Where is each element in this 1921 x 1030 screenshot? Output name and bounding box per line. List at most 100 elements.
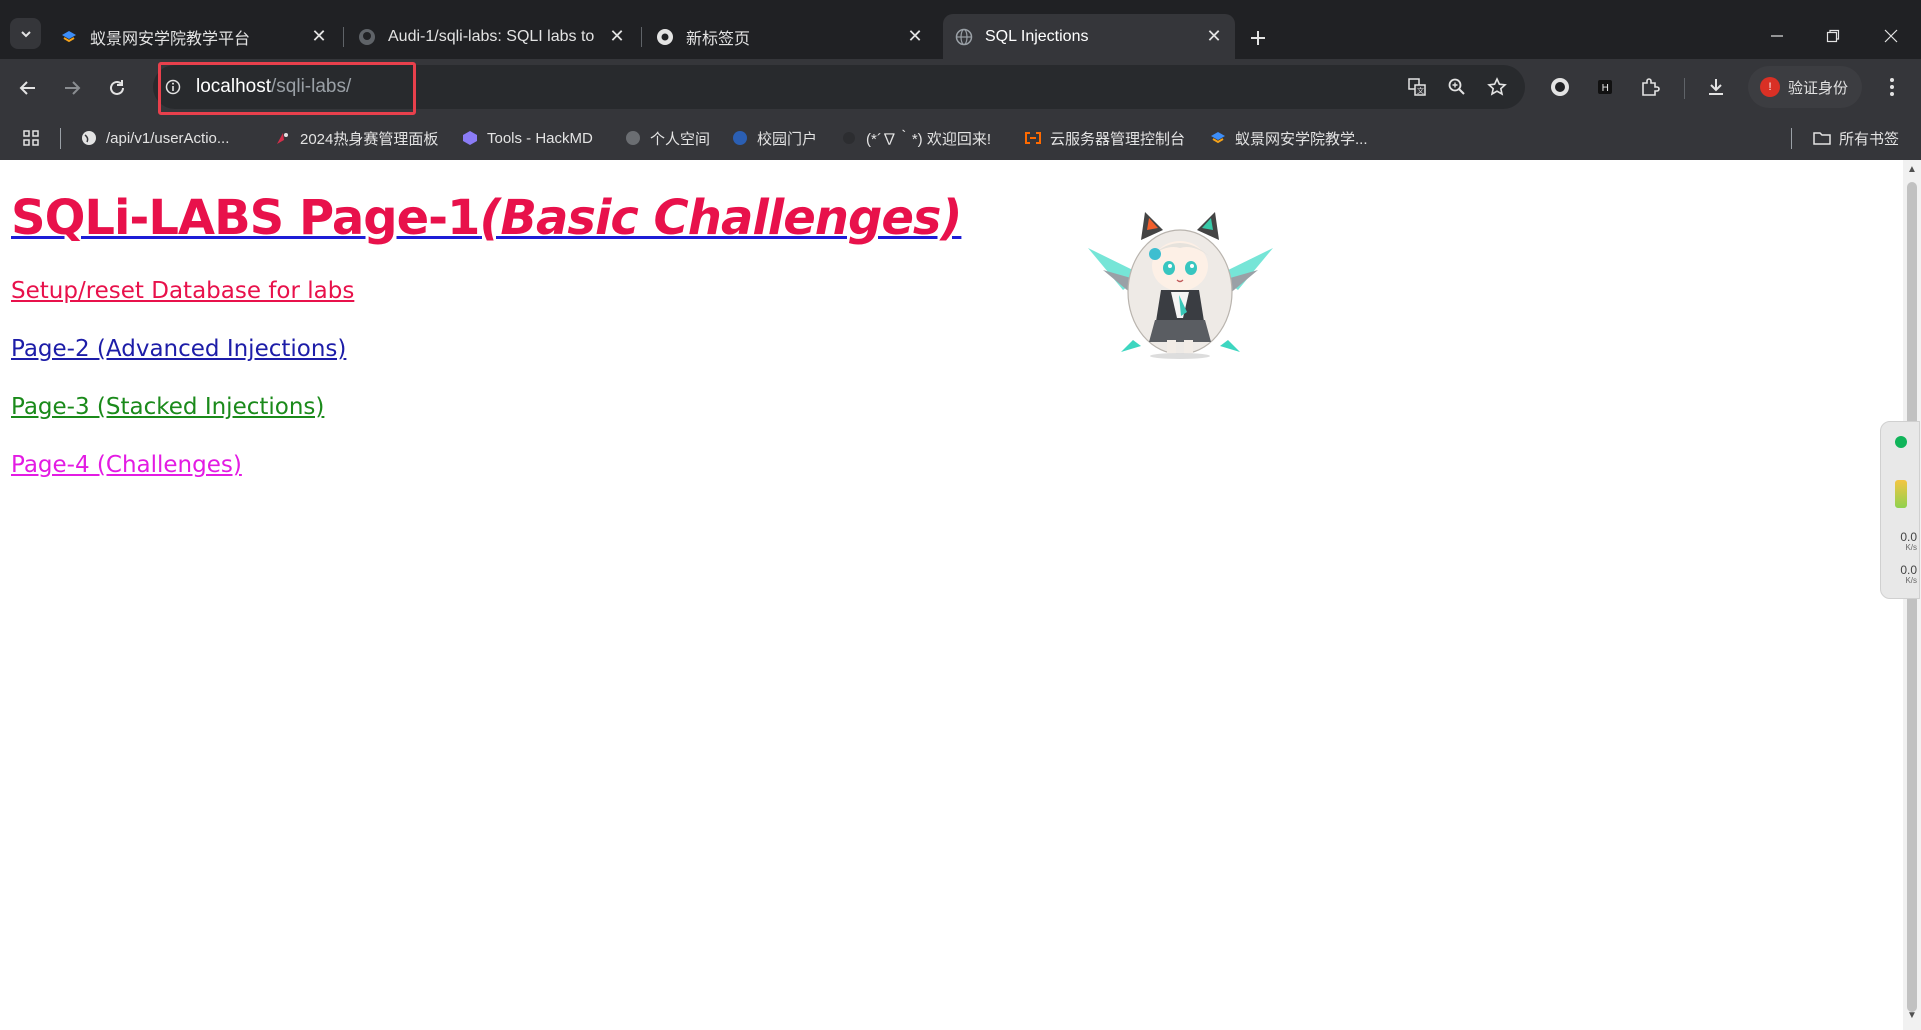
close-window-button[interactable]	[1871, 21, 1911, 51]
zoom-icon[interactable]	[1442, 72, 1472, 102]
tab-divider	[343, 27, 344, 47]
upload-speed: 0.0	[1900, 530, 1917, 544]
tab-title: Audi-1/sqli-labs: SQLI labs to	[388, 27, 595, 45]
bookmarks-divider	[1791, 128, 1792, 149]
page-title[interactable]: SQLi-LABS Page-1(Basic Challenges)	[11, 190, 962, 246]
scroll-down-icon[interactable]: ▼	[1907, 1010, 1917, 1021]
close-icon	[1884, 29, 1898, 43]
minimize-button[interactable]	[1757, 21, 1797, 51]
download-icon[interactable]	[1701, 72, 1731, 102]
reload-icon	[110, 80, 124, 95]
close-tab-icon[interactable]: ✕	[906, 26, 924, 47]
bookmark-label: (*´∇｀*) 欢迎回来!	[866, 130, 991, 148]
chevron-down-icon	[20, 30, 31, 37]
page-4-link[interactable]: Page-4 (Challenges)	[11, 452, 242, 478]
tab-title: 新标签页	[686, 30, 751, 48]
svg-text:文: 文	[1417, 86, 1424, 95]
tab-divider	[641, 27, 642, 47]
arrow-left-icon	[19, 81, 35, 95]
setup-reset-db-link[interactable]: Setup/reset Database for labs	[11, 278, 354, 304]
page-3-link[interactable]: Page-3 (Stacked Injections)	[11, 394, 324, 420]
bookmark-item[interactable]: 2024热身赛管理面板	[274, 127, 438, 149]
bookmark-label: /api/v1/userActio...	[106, 129, 230, 147]
tab-title: SQL Injections	[985, 27, 1089, 45]
extension-circle-icon[interactable]	[1545, 72, 1575, 102]
bookmarks-bar: /api/v1/userActio... 2024热身赛管理面板 Tools -…	[0, 117, 1921, 160]
memory-bar	[1895, 480, 1907, 508]
ctf-icon	[274, 129, 292, 147]
apps-button[interactable]	[22, 127, 40, 149]
close-tab-icon[interactable]: ✕	[608, 26, 626, 47]
arrow-right-icon	[65, 81, 81, 95]
url-highlight-box	[158, 62, 416, 115]
restore-icon	[1826, 29, 1840, 43]
globe-icon	[80, 129, 98, 147]
bookmark-item[interactable]: (*´∇｀*) 欢迎回来!	[840, 127, 991, 149]
bookmark-label: 蚁景网安学院教学...	[1235, 130, 1368, 148]
apps-grid-icon	[23, 130, 39, 146]
hackmd-icon	[461, 129, 479, 147]
tab-github[interactable]: Audi-1/sqli-labs: SQLI labs to ✕	[346, 14, 638, 59]
bookmark-star-icon[interactable]	[1482, 72, 1512, 102]
download-speed: 0.0	[1900, 563, 1917, 577]
campus-icon	[731, 129, 749, 147]
bookmark-item[interactable]: 蚁景网安学院教学...	[1209, 127, 1368, 149]
all-bookmarks-button[interactable]: 所有书签	[1813, 127, 1899, 149]
close-tab-icon[interactable]: ✕	[310, 26, 328, 47]
network-speed-widget[interactable]: 0.0 K/s 0.0 K/s	[1880, 421, 1920, 599]
bookmark-label: 2024热身赛管理面板	[300, 130, 439, 148]
profile-label: 验证身份	[1788, 79, 1849, 97]
tab-new-tab[interactable]: 新标签页 ✕	[644, 14, 936, 59]
tab-strip: 蚁景网安学院教学平台 ✕ Audi-1/sqli-labs: SQLI labs…	[0, 9, 1921, 59]
upload-unit: K/s	[1905, 543, 1917, 552]
antscan-logo-icon	[60, 28, 78, 46]
github-icon	[358, 28, 376, 46]
bookmark-item[interactable]: /api/v1/userActio...	[80, 127, 229, 149]
blank-icon	[840, 129, 858, 147]
profile-avatar: !	[1760, 77, 1780, 97]
scroll-up-icon[interactable]: ▲	[1907, 164, 1917, 175]
bookmarks-divider	[60, 128, 61, 149]
chrome-icon	[656, 28, 674, 46]
bookmark-item[interactable]: 云服务器管理控制台	[1024, 127, 1185, 149]
bookmark-item[interactable]: 校园门户	[731, 127, 817, 149]
page-content: SQLi-LABS Page-1(Basic Challenges) Setup…	[0, 160, 1903, 1030]
restore-button[interactable]	[1813, 21, 1853, 51]
more-menu-icon[interactable]	[1877, 72, 1907, 102]
aliyun-icon	[1024, 129, 1042, 147]
status-dot-icon	[1895, 436, 1907, 448]
translate-icon[interactable]: 文	[1402, 72, 1432, 102]
bookmark-label: 云服务器管理控制台	[1050, 130, 1186, 148]
antscan-logo-icon	[1209, 129, 1227, 147]
tab-sql-injections[interactable]: SQL Injections ✕	[943, 14, 1235, 59]
download-unit: K/s	[1905, 576, 1917, 585]
forward-button[interactable]	[56, 72, 88, 104]
mascot-image	[1083, 200, 1278, 360]
back-button[interactable]	[12, 72, 44, 104]
bookmark-item[interactable]: 个人空间	[624, 127, 710, 149]
browser-chrome: 蚁景网安学院教学平台 ✕ Audi-1/sqli-labs: SQLI labs…	[0, 0, 1921, 160]
bookmark-label: Tools - HackMD	[487, 129, 593, 147]
tab-search-button[interactable]	[10, 18, 41, 49]
svg-text:H: H	[1602, 83, 1610, 94]
extensions-puzzle-icon[interactable]	[1635, 72, 1665, 102]
globe-icon	[624, 129, 642, 147]
new-tab-button[interactable]	[1243, 23, 1273, 53]
page-title-main: SQLi-LABS Page-1	[11, 190, 480, 246]
page-title-sub: (Basic Challenges)	[479, 190, 962, 246]
all-bookmarks-label: 所有书签	[1839, 130, 1900, 148]
folder-icon	[1813, 129, 1831, 147]
minimize-icon	[1771, 35, 1783, 37]
globe-icon	[955, 28, 973, 46]
bookmark-label: 个人空间	[650, 130, 711, 148]
plus-icon	[1251, 31, 1265, 45]
profile-button[interactable]: ! 验证身份	[1748, 66, 1862, 108]
reload-button[interactable]	[101, 72, 133, 104]
tab-antscan[interactable]: 蚁景网安学院教学平台 ✕	[48, 14, 340, 59]
close-tab-icon[interactable]: ✕	[1205, 26, 1223, 47]
toolbar: localhost/sqli-labs/ 文 H ! 验证身份	[0, 59, 1921, 117]
bookmark-item[interactable]: Tools - HackMD	[461, 127, 593, 149]
extension-h-icon[interactable]: H	[1590, 72, 1620, 102]
page-2-link[interactable]: Page-2 (Advanced Injections)	[11, 336, 346, 362]
tab-title: 蚁景网安学院教学平台	[90, 30, 251, 48]
